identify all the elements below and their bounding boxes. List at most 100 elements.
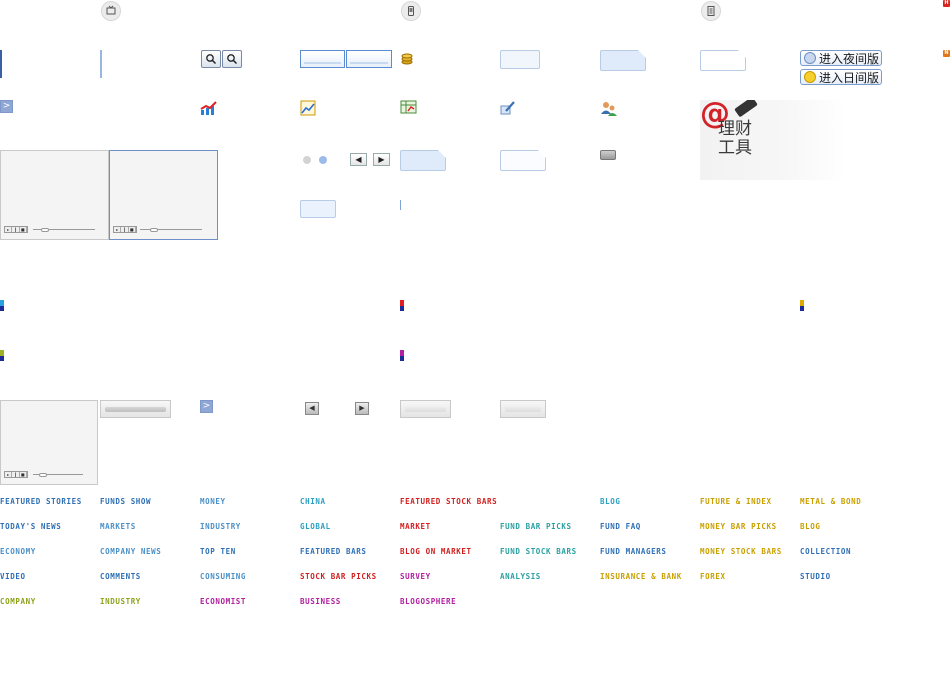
tag-box-5 bbox=[500, 150, 546, 171]
player-controls[interactable]: ▸ ‖ ■ bbox=[4, 226, 28, 233]
link-money[interactable]: MONEY bbox=[200, 497, 226, 507]
link-stock-bar-picks[interactable]: STOCK BAR PICKS bbox=[300, 572, 377, 582]
tag-box-1 bbox=[500, 50, 540, 69]
link-analysis[interactable]: ANALYSIS bbox=[500, 572, 541, 582]
color-strip-5 bbox=[400, 350, 404, 361]
tag-box-4 bbox=[400, 150, 446, 171]
link-consuming[interactable]: CONSUMING bbox=[200, 572, 246, 582]
video-player[interactable]: ▸ ‖ ■ bbox=[0, 150, 109, 240]
link-featured-stock-bars[interactable]: FEATURED STOCK BARS bbox=[400, 497, 497, 507]
link-industry[interactable]: INDUSTRY bbox=[200, 522, 241, 532]
chevron-right-icon[interactable]: > bbox=[0, 100, 13, 113]
day-mode-button[interactable]: 进入日间版 bbox=[800, 69, 882, 85]
trend-up-icon bbox=[200, 100, 218, 116]
prev-arrow-button[interactable]: ◀ bbox=[350, 153, 367, 166]
night-mode-label: 进入夜间版 bbox=[819, 51, 880, 66]
link-studio[interactable]: STUDIO bbox=[800, 572, 831, 582]
color-strip-4 bbox=[0, 350, 4, 361]
link-top-ten[interactable]: TOP TEN bbox=[200, 547, 236, 557]
logo-line2: 工具 bbox=[718, 138, 752, 158]
link-collection[interactable]: COLLECTION bbox=[800, 547, 851, 557]
link-funds-show[interactable]: FUNDS SHOW bbox=[100, 497, 151, 507]
link-markets[interactable]: MARKETS bbox=[100, 522, 136, 532]
link-blog-2[interactable]: BLOG bbox=[800, 522, 820, 532]
link-blog-on-market[interactable]: BLOG ON MARKET bbox=[400, 547, 472, 557]
tv-icon[interactable] bbox=[101, 1, 121, 21]
gray-bar-3[interactable] bbox=[500, 400, 546, 418]
link-fund-managers[interactable]: FUND MANAGERS bbox=[600, 547, 667, 557]
gray-pill-button[interactable] bbox=[600, 150, 616, 160]
chevron-right-icon[interactable]: > bbox=[200, 400, 213, 413]
link-metal-bond[interactable]: METAL & BOND bbox=[800, 497, 861, 507]
chart-icon bbox=[300, 100, 316, 116]
pen-icon bbox=[734, 100, 758, 118]
color-strip-2 bbox=[400, 300, 404, 311]
users-icon bbox=[600, 100, 618, 117]
link-future-index[interactable]: FUTURE & INDEX bbox=[700, 497, 772, 507]
progress-knob[interactable] bbox=[39, 473, 47, 477]
progress-knob[interactable] bbox=[150, 228, 158, 232]
hot-badge: H bbox=[943, 0, 950, 7]
prev-square-button[interactable]: ◀ bbox=[305, 402, 319, 415]
coins-icon bbox=[400, 50, 414, 65]
link-insurance-bank[interactable]: INSURANCE & BANK bbox=[600, 572, 682, 582]
cursor-line bbox=[400, 200, 401, 210]
link-china[interactable]: CHINA bbox=[300, 497, 326, 507]
callout-box bbox=[300, 200, 336, 218]
link-forex[interactable]: FOREX bbox=[700, 572, 726, 582]
color-strip-3 bbox=[800, 300, 804, 311]
spreadsheet-icon bbox=[400, 100, 418, 115]
video-player-active[interactable]: ▸ ‖ ■ bbox=[109, 150, 218, 240]
player-controls[interactable]: ▸ ‖ ■ bbox=[113, 226, 137, 233]
link-global[interactable]: GLOBAL bbox=[300, 522, 331, 532]
link-business[interactable]: BUSINESS bbox=[300, 597, 341, 607]
finance-tools-logo: @ 理财 工具 bbox=[700, 100, 845, 180]
logo-line1: 理财 bbox=[718, 119, 752, 139]
color-strip-1 bbox=[0, 300, 4, 311]
link-economist[interactable]: ECONOMIST bbox=[200, 597, 246, 607]
link-fund-stock-bars[interactable]: FUND STOCK BARS bbox=[500, 547, 577, 557]
edit-icon bbox=[500, 100, 516, 116]
link-company[interactable]: COMPANY bbox=[0, 597, 36, 607]
link-comments[interactable]: COMMENTS bbox=[100, 572, 141, 582]
link-company-news[interactable]: COMPANY NEWS bbox=[100, 547, 161, 557]
tab-normal[interactable] bbox=[300, 50, 345, 68]
sun-icon bbox=[804, 71, 816, 83]
link-todays-news[interactable]: TODAY'S NEWS bbox=[0, 522, 61, 532]
tag-box-3 bbox=[700, 50, 746, 71]
next-arrow-button[interactable]: ▶ bbox=[373, 153, 390, 166]
document-icon[interactable] bbox=[701, 1, 721, 21]
link-survey[interactable]: SURVEY bbox=[400, 572, 431, 582]
day-mode-label: 进入日间版 bbox=[819, 70, 880, 85]
player-controls[interactable]: ▸ ‖ ■ bbox=[4, 471, 28, 478]
link-video[interactable]: VIDEO bbox=[0, 572, 26, 582]
link-blog[interactable]: BLOG bbox=[600, 497, 620, 507]
slide-dot[interactable] bbox=[303, 156, 311, 164]
link-market[interactable]: MARKET bbox=[400, 522, 431, 532]
search-button-hover[interactable] bbox=[222, 50, 242, 68]
link-money-stock-bars[interactable]: MONEY STOCK BARS bbox=[700, 547, 782, 557]
gray-bar-button[interactable] bbox=[100, 400, 171, 418]
night-mode-button[interactable]: 进入夜间版 bbox=[800, 50, 882, 66]
tab-active[interactable] bbox=[346, 50, 392, 68]
new-badge: N bbox=[943, 50, 950, 57]
tag-box-2 bbox=[600, 50, 646, 71]
link-fund-bar-picks[interactable]: FUND BAR PICKS bbox=[500, 522, 572, 532]
search-button[interactable] bbox=[201, 50, 221, 68]
next-square-button[interactable]: ▶ bbox=[355, 402, 369, 415]
slide-dot-active[interactable] bbox=[319, 156, 327, 164]
link-featured-bars[interactable]: FEATURED BARS bbox=[300, 547, 367, 557]
gray-bar-2[interactable] bbox=[400, 400, 451, 418]
link-economy[interactable]: ECONOMY bbox=[0, 547, 36, 557]
video-player-small[interactable]: ▸ ‖ ■ bbox=[0, 400, 98, 485]
search-icon bbox=[206, 54, 217, 65]
link-fund-faq[interactable]: FUND FAQ bbox=[600, 522, 641, 532]
link-money-bar-picks[interactable]: MONEY BAR PICKS bbox=[700, 522, 777, 532]
link-blogosphere[interactable]: BLOGOSPHERE bbox=[400, 597, 456, 607]
link-industry-2[interactable]: INDUSTRY bbox=[100, 597, 141, 607]
phone-icon[interactable] bbox=[401, 1, 421, 21]
search-icon bbox=[227, 54, 238, 65]
input-edge-light bbox=[100, 50, 102, 78]
link-featured-stories[interactable]: FEATURED STORIES bbox=[0, 497, 82, 507]
progress-knob[interactable] bbox=[41, 228, 49, 232]
